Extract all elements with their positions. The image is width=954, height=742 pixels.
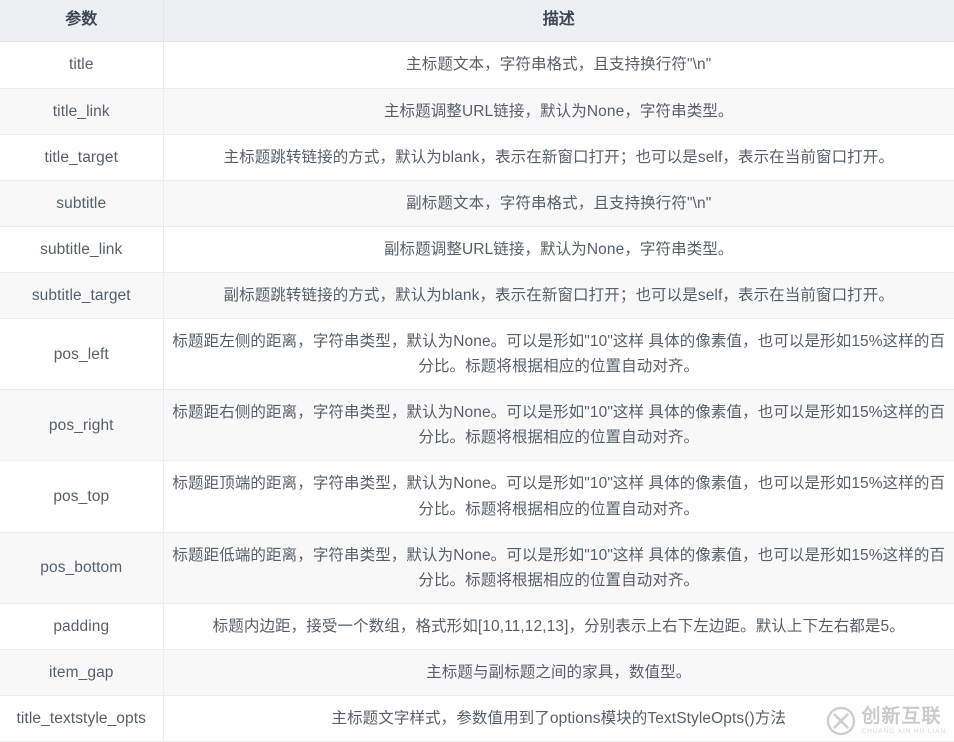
param-name-cell: pos_right <box>0 389 164 462</box>
param-name-cell: title <box>0 41 164 89</box>
table-row: title_target 主标题跳转链接的方式，默认为blank，表示在新窗口打开… <box>0 134 954 181</box>
param-description-cell: 标题内边距，接受一个数组，格式形如[10,11,12,13]，分别表示上右下左边… <box>163 603 954 651</box>
table-row: subtitle_target 副标题跳转链接的方式，默认为blank，表示在新窗… <box>0 272 954 320</box>
param-name-cell: subtitle_link <box>0 226 164 273</box>
param-description-cell: 标题距左侧的距离，字符串类型，默认为None。可以是形如"10"这样 具体的像素… <box>163 318 954 391</box>
param-name-cell: title_textstyle_opts <box>0 695 164 742</box>
table-row: pos_bottom 标题距低端的距离，字符串类型，默认为None。可以是形如"1… <box>0 532 954 604</box>
param-description-cell: 主标题跳转链接的方式，默认为blank，表示在新窗口打开；也可以是self，表示… <box>163 134 954 181</box>
param-description-cell: 主标题调整URL链接，默认为None，字符串类型。 <box>163 88 954 135</box>
param-name-cell: padding <box>0 603 164 651</box>
table-row: title_textstyle_opts 主标题文字样式，参数值用到了option… <box>0 695 954 742</box>
table-row: item_gap 主标题与副标题之间的家具，数值型。 <box>0 649 954 697</box>
table-row: subtitle 副标题文本，字符串格式，且支持换行符"\n" <box>0 180 954 227</box>
table-row: pos_top 标题距顶端的距离，字符串类型，默认为None。可以是形如"10"这… <box>0 460 954 533</box>
param-name-cell: pos_top <box>0 460 164 533</box>
param-table-container: 参数 描述 title 主标题文本，字符串格式，且支持换行符"\n" title_l… <box>0 0 954 742</box>
param-description-cell: 标题距右侧的距离，字符串类型，默认为None。可以是形如"10"这样 具体的像素… <box>163 389 954 462</box>
param-description-cell: 主标题与副标题之间的家具，数值型。 <box>163 649 954 697</box>
table-row: title_link 主标题调整URL链接，默认为None，字符串类型。 <box>0 88 954 135</box>
param-name-cell: subtitle <box>0 180 164 227</box>
param-description-cell: 副标题文本，字符串格式，且支持换行符"\n" <box>163 180 954 227</box>
param-description-cell: 标题距低端的距离，字符串类型，默认为None。可以是形如"10"这样 具体的像素… <box>163 532 954 604</box>
table-row: padding 标题内边距，接受一个数组，格式形如[10,11,12,13]，分别… <box>0 603 954 651</box>
table-header: 参数 描述 <box>0 0 954 43</box>
table-row: pos_right 标题距右侧的距离，字符串类型，默认为None。可以是形如"10… <box>0 389 954 462</box>
param-name-cell: pos_left <box>0 318 164 391</box>
column-header-desc: 描述 <box>163 0 954 43</box>
param-name-cell: item_gap <box>0 649 164 697</box>
param-name-cell: title_link <box>0 88 164 135</box>
table-row: title 主标题文本，字符串格式，且支持换行符"\n" <box>0 41 954 89</box>
param-description-cell: 主标题文字样式，参数值用到了options模块的TextStyleOpts()方… <box>163 695 954 742</box>
table-header-row: 参数 描述 <box>0 0 954 43</box>
column-header-param: 参数 <box>0 0 164 43</box>
param-description-cell: 副标题调整URL链接，默认为None，字符串类型。 <box>163 226 954 273</box>
table-body: title 主标题文本，字符串格式，且支持换行符"\n" title_link 主标题… <box>0 41 954 742</box>
param-description-cell: 标题距顶端的距离，字符串类型，默认为None。可以是形如"10"这样 具体的像素… <box>163 460 954 533</box>
table-row: subtitle_link 副标题调整URL链接，默认为None，字符串类型。 <box>0 226 954 273</box>
param-name-cell: subtitle_target <box>0 272 164 320</box>
table-row: pos_left 标题距左侧的距离，字符串类型，默认为None。可以是形如"10"… <box>0 318 954 391</box>
param-description-cell: 副标题跳转链接的方式，默认为blank，表示在新窗口打开；也可以是self，表示… <box>163 272 954 320</box>
parameters-table: 参数 描述 title 主标题文本，字符串格式，且支持换行符"\n" title_l… <box>0 0 954 742</box>
param-name-cell: pos_bottom <box>0 532 164 604</box>
param-name-cell: title_target <box>0 134 164 181</box>
param-description-cell: 主标题文本，字符串格式，且支持换行符"\n" <box>163 41 954 89</box>
